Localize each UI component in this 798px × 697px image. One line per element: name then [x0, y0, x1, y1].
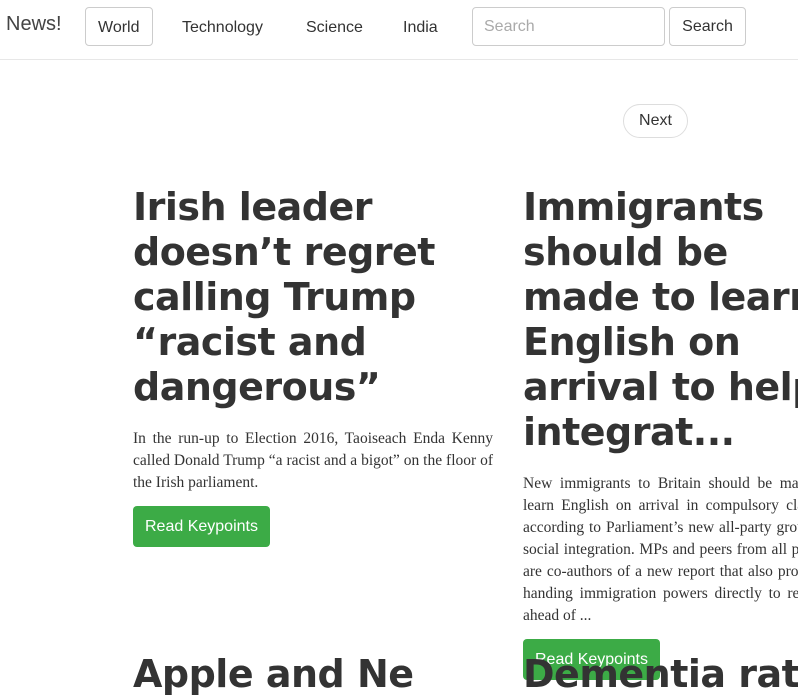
nav-india[interactable]: India: [390, 7, 451, 46]
article-summary: New immigrants to Britain should be made…: [523, 475, 798, 624]
navbar: News! World Technology Science India Sea…: [0, 0, 798, 60]
article-card: Immigrants should be made to learn Engli…: [523, 185, 798, 680]
search-input[interactable]: [472, 7, 665, 46]
next-page-button[interactable]: Next: [623, 104, 688, 138]
article-title-partial[interactable]: Apple and Ne: [133, 652, 414, 697]
nav-world[interactable]: World: [85, 7, 153, 46]
article-title[interactable]: Irish leader doesn’t regret calling Trum…: [133, 185, 493, 410]
article-title-partial[interactable]: Dementia rate: [523, 652, 798, 697]
nav-technology[interactable]: Technology: [169, 7, 276, 46]
article-title[interactable]: Immigrants should be made to learn Engli…: [523, 185, 798, 455]
search-button[interactable]: Search: [669, 7, 746, 46]
article-card: Irish leader doesn’t regret calling Trum…: [133, 185, 493, 547]
brand-logo[interactable]: News!: [6, 13, 62, 36]
nav-science[interactable]: Science: [293, 7, 376, 46]
read-keypoints-button[interactable]: Read Keypoints: [133, 506, 270, 547]
article-summary: In the run-up to Election 2016, Taoiseac…: [133, 430, 493, 491]
